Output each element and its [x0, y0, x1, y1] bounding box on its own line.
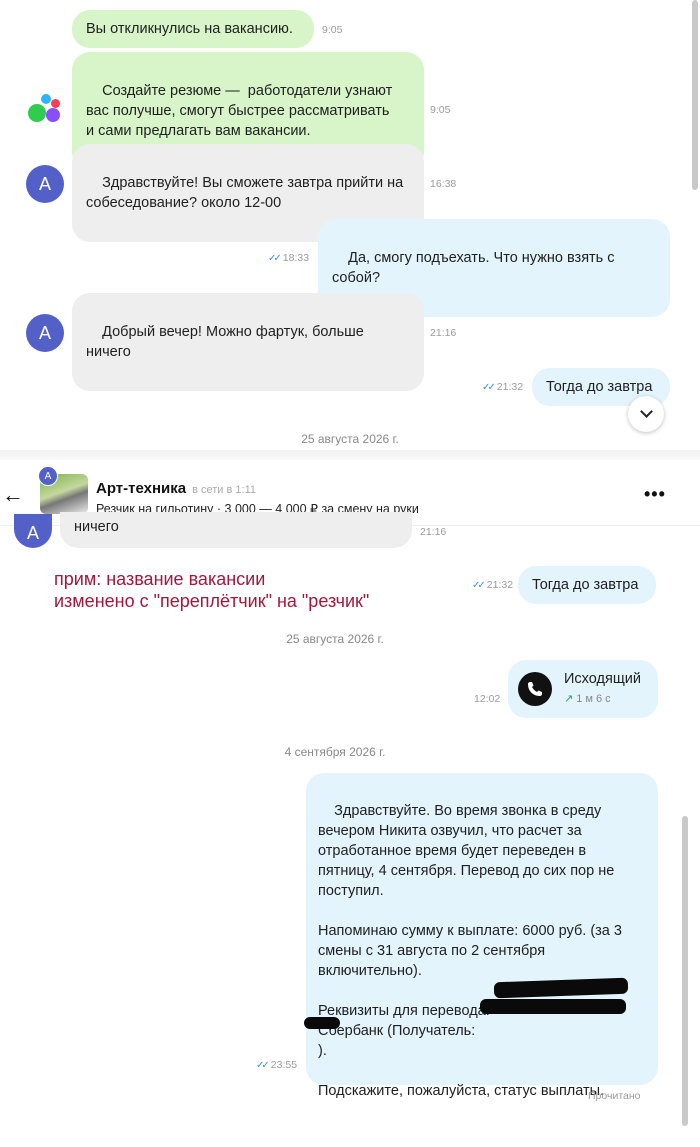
avatar[interactable]: A — [26, 314, 64, 352]
more-options-icon[interactable]: ••• — [644, 484, 666, 505]
message-bubble: Тогда до завтра — [518, 566, 656, 604]
annotation-note: прим: название вакансии изменено с "пере… — [54, 569, 370, 611]
date-separator: 25 августа 2026 г. — [286, 632, 384, 646]
read-ticks-icon: ✓✓ — [482, 382, 496, 393]
message-time: 21:16 — [420, 526, 447, 538]
message-time: 12:02 — [474, 693, 501, 705]
message-time: 9:05 — [322, 24, 343, 36]
chat-title[interactable]: Арт-техника в сети в 1:11 — [96, 480, 256, 497]
scrollbar[interactable] — [692, 0, 698, 190]
scroll-down-button[interactable] — [628, 396, 664, 432]
message-time: ✓✓ 18:33 — [268, 252, 310, 264]
phone-icon — [518, 672, 552, 706]
call-label: Исходящий — [564, 671, 641, 687]
avatar: A — [38, 466, 58, 486]
message-time: ✓✓ 21:32 — [472, 579, 514, 591]
avatar[interactable]: A — [26, 165, 64, 203]
message-time: 21:16 — [430, 327, 457, 339]
message-bubble: ничего — [60, 512, 412, 548]
back-arrow-icon[interactable]: ← — [0, 482, 26, 508]
message-time: ✓✓ 21:32 — [482, 381, 524, 393]
read-ticks-icon: ✓✓ — [256, 1060, 270, 1071]
app-logo-icon — [28, 94, 62, 124]
call-bubble[interactable]: Исходящий ↗ 1 м 6 с — [508, 660, 658, 718]
avatar[interactable]: A — [14, 514, 52, 548]
screenshot-divider — [0, 450, 700, 460]
message-bubble: Вы откликнулись на вакансию. — [72, 10, 314, 48]
chevron-down-icon — [639, 405, 653, 418]
message-time: 16:38 — [430, 178, 457, 190]
scrollbar[interactable] — [682, 816, 688, 1126]
date-separator: 4 сентября 2026 г. — [284, 745, 386, 759]
message-time: 9:05 — [430, 104, 451, 116]
read-status: Прочитано — [588, 1090, 641, 1102]
message-time: ✓✓ 23:55 — [256, 1059, 298, 1071]
read-ticks-icon: ✓✓ — [268, 253, 282, 264]
message-bubble: Добрый вечер! Можно фартук, больше ничег… — [72, 293, 424, 391]
outgoing-arrow-icon: ↗ — [564, 693, 574, 705]
redaction-mark — [480, 999, 626, 1014]
redaction-mark — [304, 1017, 340, 1029]
read-ticks-icon: ✓✓ — [472, 580, 486, 591]
message-bubble: Здравствуйте. Во время звонка в среду ве… — [306, 773, 658, 1099]
call-duration: ↗ 1 м 6 с — [564, 693, 611, 705]
date-separator: 25 августа 2026 г. — [301, 432, 399, 446]
online-status: в сети в 1:11 — [192, 484, 256, 496]
